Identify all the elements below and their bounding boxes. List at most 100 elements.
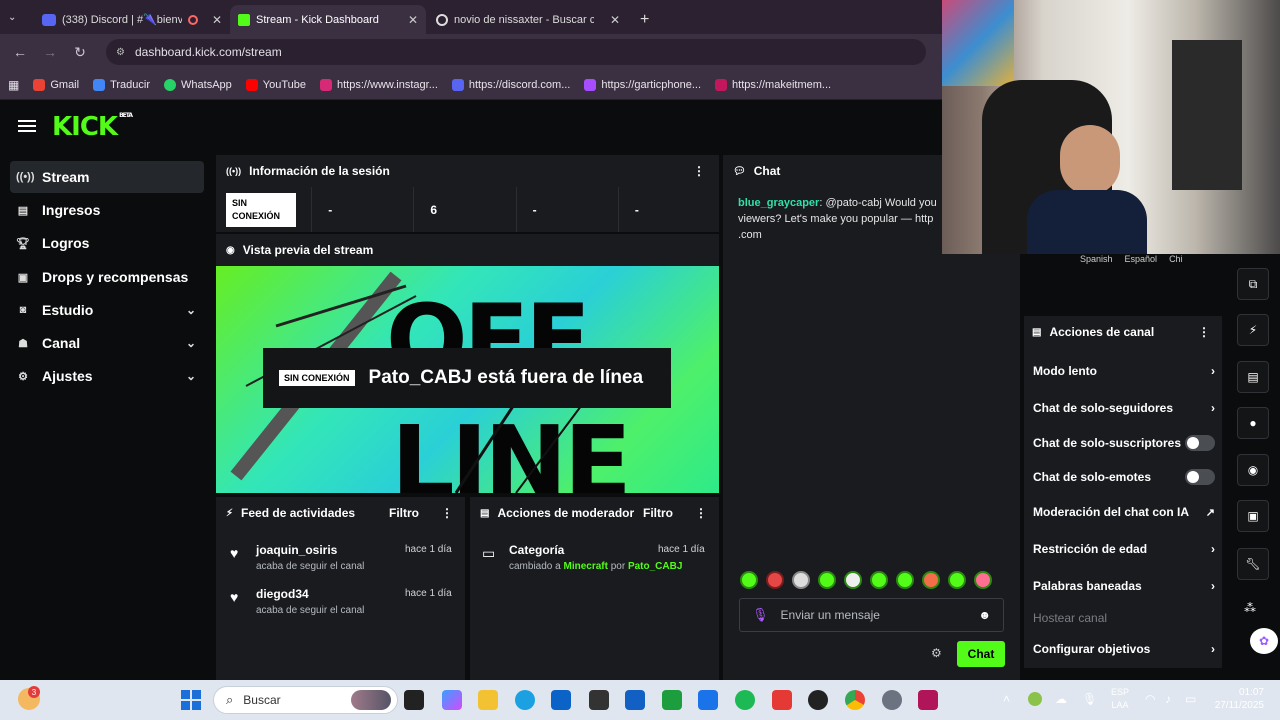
close-tab-icon[interactable]: ✕ [408, 13, 418, 27]
copilot-icon[interactable] [442, 690, 462, 710]
more-options-icon[interactable]: ⋮ [1198, 325, 1210, 339]
reload-icon[interactable]: ↻ [72, 44, 88, 61]
wps-icon[interactable] [772, 690, 792, 710]
tag-chip[interactable]: Chi [1169, 254, 1183, 264]
emote-icon[interactable] [818, 571, 836, 589]
bookmark-translate[interactable]: Traducir [93, 78, 150, 91]
action-followers-only[interactable]: Chat de solo-seguidores › [1033, 398, 1215, 418]
emoji-icon[interactable]: ☻ [978, 608, 991, 622]
more-options-icon[interactable]: ⋮ [695, 506, 707, 520]
close-tab-icon[interactable]: ✕ [212, 13, 222, 27]
tab-google-search[interactable]: novio de nissaxter - Buscar con ✕ [428, 5, 628, 34]
wrench-icon[interactable]: 🔧︎ [1237, 548, 1269, 580]
bookmark-gmail[interactable]: Gmail [33, 78, 79, 91]
bookmark-youtube[interactable]: YouTube [245, 78, 306, 91]
action-banned-words[interactable]: Palabras baneadas › [1033, 576, 1215, 596]
emote-icon[interactable] [792, 571, 810, 589]
emote-icon[interactable] [870, 571, 888, 589]
tab-kick-dashboard[interactable]: Stream - Kick Dashboard ✕ [230, 5, 426, 34]
sidebar-item-ingresos[interactable]: ▤ Ingresos [10, 194, 204, 226]
action-configure-goals[interactable]: Configurar objetivos › [1033, 639, 1215, 659]
broadcast-icon[interactable]: ◉ [1237, 454, 1269, 486]
pen-app-icon[interactable] [625, 690, 645, 710]
subscribers-only-toggle[interactable] [1185, 435, 1215, 451]
chat-username[interactable]: blue_graycaper [738, 197, 819, 209]
bookmark-whatsapp[interactable]: WhatsApp [164, 78, 232, 91]
language-indicator[interactable]: ESP LAA [1108, 686, 1132, 712]
task-view-icon[interactable] [404, 690, 424, 710]
action-age-restriction[interactable]: Restricción de edad › [1033, 539, 1215, 559]
emote-icon[interactable] [766, 571, 784, 589]
emotes-only-toggle[interactable] [1185, 469, 1215, 485]
sidebar-item-stream[interactable]: ((•)) Stream [10, 161, 204, 193]
windows-start-icon[interactable] [181, 690, 201, 710]
emote-icon[interactable] [896, 571, 914, 589]
microphone-icon[interactable]: 🎙︎ [752, 607, 769, 623]
xbox-icon[interactable] [662, 690, 682, 710]
battery-icon[interactable]: ▭ [1185, 692, 1196, 706]
emote-icon[interactable] [922, 571, 940, 589]
action-ai-moderation[interactable]: Moderación del chat con IA ↗ [1033, 502, 1215, 522]
taskbar-search[interactable]: ⌕ Buscar [213, 686, 398, 714]
category-link[interactable]: Minecraft [563, 561, 607, 572]
app-pink-icon[interactable] [918, 690, 938, 710]
volume-icon[interactable]: ♪ [1165, 692, 1171, 706]
bookmark-discord[interactable]: https://discord.com... [451, 78, 570, 91]
screen-capture-icon[interactable]: ⧉ [1237, 268, 1269, 300]
filter-button[interactable]: Filtro [643, 506, 673, 520]
apps-grid-icon[interactable]: ▦ [8, 78, 19, 92]
notes-icon[interactable]: ▤ [1237, 361, 1269, 393]
cloud-icon[interactable]: ☁ [1055, 692, 1067, 706]
chat-input[interactable]: 🎙︎ Enviar un mensaje ☻ [739, 598, 1004, 632]
new-tab-button[interactable]: + [632, 5, 657, 34]
tab-discord[interactable]: (338) Discord | #🌂bienven ✕ [34, 5, 230, 34]
sidebar-item-logros[interactable]: 🏆︎ Logros [10, 227, 204, 259]
tab-list-button[interactable]: ⌄ [8, 8, 16, 26]
settings-icon[interactable] [882, 690, 902, 710]
sidebar-item-canal[interactable]: ☗ Canal ⌄ [10, 327, 204, 359]
ai-assistant-icon[interactable]: ✿ [1250, 628, 1278, 654]
bookmark-instagram[interactable]: https://www.instagr... [320, 78, 438, 91]
microphone-icon[interactable]: 🎙︎ [1082, 692, 1097, 706]
obs-icon[interactable] [808, 690, 828, 710]
emote-icon[interactable] [974, 571, 992, 589]
wifi-icon[interactable]: ◠ [1145, 692, 1155, 706]
tray-app-icon[interactable] [1028, 692, 1042, 706]
share-icon[interactable]: ⁂ [1244, 601, 1256, 615]
edge-icon[interactable] [515, 690, 535, 710]
more-options-icon[interactable]: ⋮ [693, 164, 705, 178]
back-arrow-icon[interactable]: ← [12, 44, 28, 60]
chat-settings-icon[interactable]: ⚙ [931, 646, 942, 660]
close-tab-icon[interactable]: ✕ [610, 13, 620, 27]
spotify-icon[interactable] [735, 690, 755, 710]
store-icon[interactable] [551, 690, 571, 710]
sidebar-item-ajustes[interactable]: ⚙ Ajustes ⌄ [10, 360, 204, 392]
emote-icon[interactable] [740, 571, 758, 589]
lightning-icon[interactable]: ⚡︎ [1237, 314, 1269, 346]
filter-button[interactable]: Filtro [389, 506, 419, 520]
system-clock[interactable]: 01:07 27/11/2025 [1200, 686, 1264, 712]
more-options-icon[interactable]: ⋮ [441, 506, 453, 520]
emote-icon[interactable] [948, 571, 966, 589]
sidebar-item-estudio[interactable]: ◙ Estudio ⌄ [10, 294, 204, 326]
file-explorer-icon[interactable] [478, 690, 498, 710]
video-icon[interactable]: ▣ [1237, 500, 1269, 532]
tag-chip[interactable]: Español [1125, 254, 1158, 264]
user-link[interactable]: Pato_CABJ [628, 561, 682, 572]
kick-logo[interactable]: KICK BETA [52, 112, 133, 142]
bookmark-makeitmeme[interactable]: https://makeitmem... [715, 78, 831, 91]
mail-icon[interactable] [698, 690, 718, 710]
chevron-up-icon[interactable]: ˄ [1003, 692, 1010, 706]
bookmark-gartic[interactable]: https://garticphone... [584, 78, 701, 91]
action-slow-mode[interactable]: Modo lento › [1033, 361, 1215, 381]
sidebar-item-drops[interactable]: ▣ Drops y recompensas [10, 261, 204, 293]
chat-send-button[interactable]: Chat [957, 641, 1005, 667]
url-field[interactable]: ⚙ dashboard.kick.com/stream [106, 39, 926, 65]
chat-bubble-icon[interactable]: ● [1237, 407, 1269, 439]
chrome-icon[interactable] [845, 690, 865, 710]
forward-arrow-icon[interactable]: → [42, 44, 58, 60]
emote-icon[interactable] [844, 571, 862, 589]
tag-chip[interactable]: Spanish [1080, 254, 1113, 264]
menu-hamburger-icon[interactable] [18, 117, 36, 133]
app-icon[interactable] [589, 690, 609, 710]
